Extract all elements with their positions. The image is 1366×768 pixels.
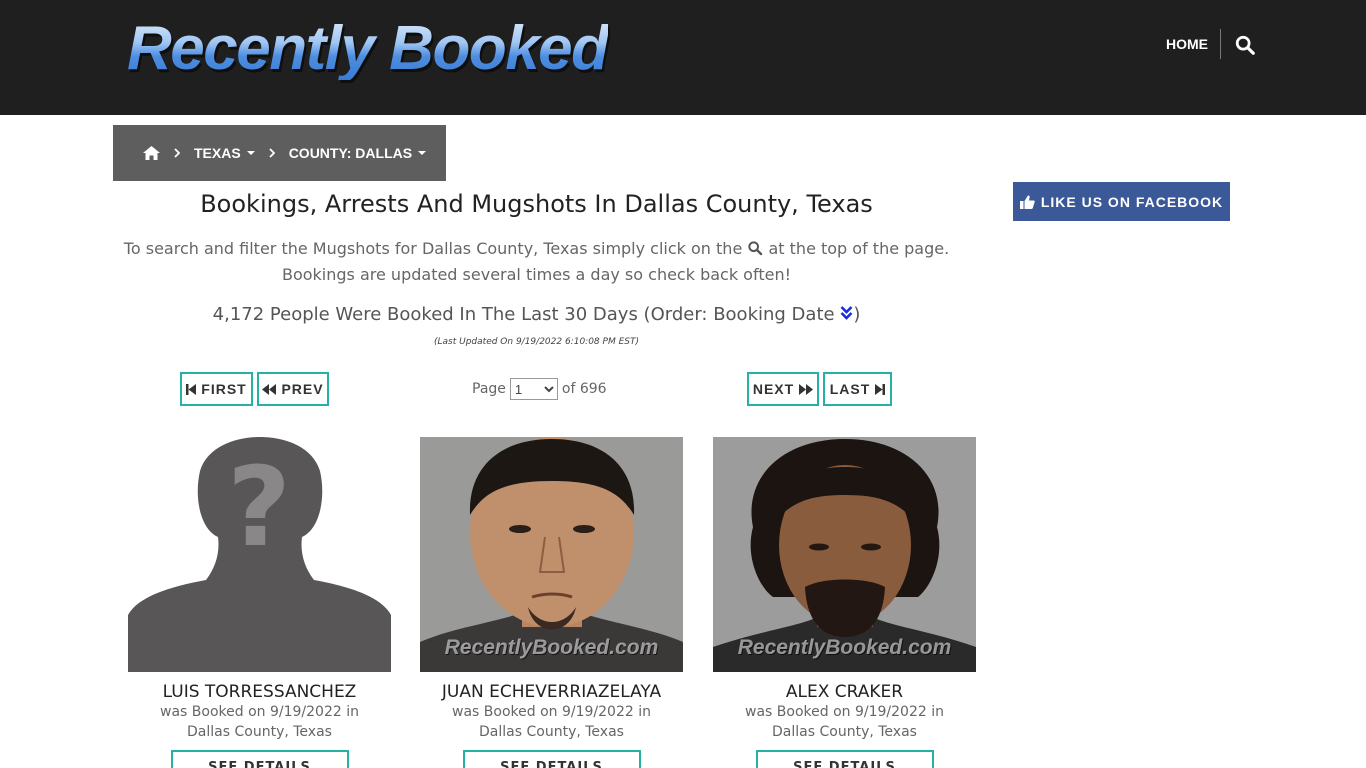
- booking-location-line: Dallas County, Texas: [479, 724, 624, 740]
- page-label: Page: [472, 381, 506, 397]
- next-page-label: NEXT: [752, 381, 795, 397]
- breadcrumb-state-label: TEXAS: [194, 145, 241, 161]
- breadcrumb-state-dropdown[interactable]: TEXAS: [194, 145, 255, 161]
- last-page-button[interactable]: LAST: [823, 372, 892, 406]
- prev-page-label: PREV: [281, 381, 324, 397]
- last-updated: (Last Updated On 9/19/2022 6:10:08 PM ES…: [434, 337, 639, 347]
- see-details-button[interactable]: SEE DETAILS: [170, 750, 349, 768]
- nav-home-link[interactable]: HOME: [1166, 36, 1208, 52]
- next-page-button[interactable]: NEXT: [747, 372, 819, 406]
- chevron-right-icon: [269, 148, 275, 158]
- svg-text:?: ?: [227, 443, 291, 571]
- photo-watermark: RecentlyBooked.com: [737, 636, 952, 659]
- see-details-button[interactable]: SEE DETAILS: [462, 750, 641, 768]
- booking-date-line: was Booked on 9/19/2022 in: [160, 704, 359, 720]
- silhouette-placeholder-icon: ?: [128, 437, 391, 672]
- facebook-like-button[interactable]: LIKE US ON FACEBOOK: [1013, 182, 1230, 221]
- page-select[interactable]: 1: [509, 378, 558, 400]
- first-page-label: FIRST: [201, 381, 247, 397]
- booking-name[interactable]: LUIS TORRESSANCHEZ: [128, 682, 391, 702]
- intro-text-before: To search and filter the Mugshots for Da…: [123, 239, 743, 258]
- facebook-like-label: LIKE US ON FACEBOOK: [1040, 193, 1224, 210]
- booking-card: RecentlyBooked.com JUAN ECHEVERRIAZELAYA…: [420, 437, 683, 768]
- breadcrumb-county-dropdown[interactable]: COUNTY: DALLAS: [288, 145, 427, 161]
- first-page-button[interactable]: FIRST: [180, 372, 253, 406]
- prev-page-button[interactable]: PREV: [257, 372, 329, 406]
- booking-photo[interactable]: ?: [128, 437, 391, 672]
- breadcrumb-home[interactable]: [143, 146, 160, 160]
- booking-card: ? LUIS TORRESSANCHEZ was Booked on 9/19/…: [128, 437, 391, 768]
- home-icon: [143, 146, 160, 160]
- search-icon: [748, 241, 763, 256]
- booking-date-line: was Booked on 9/19/2022 in: [452, 704, 651, 720]
- caret-down-icon: [246, 151, 255, 155]
- booking-summary: 4,172 People Were Booked In The Last 30 …: [113, 304, 960, 325]
- nav-divider: [1220, 29, 1221, 59]
- page-selector: Page 1 of 696: [472, 378, 607, 400]
- breadcrumb-county-label: COUNTY: DALLAS: [288, 145, 413, 161]
- booking-summary-text: 4,172 People Were Booked In The Last 30 …: [212, 304, 835, 325]
- last-page-label: LAST: [829, 381, 871, 397]
- see-details-button[interactable]: SEE DETAILS: [755, 750, 934, 768]
- booking-location-line: Dallas County, Texas: [187, 724, 332, 740]
- booking-name[interactable]: ALEX CRAKER: [713, 682, 976, 702]
- booking-card: RecentlyBooked.com ALEX CRAKER was Booke…: [713, 437, 976, 768]
- booking-photo[interactable]: RecentlyBooked.com: [420, 437, 683, 672]
- intro-text: To search and filter the Mugshots for Da…: [113, 236, 960, 288]
- booking-location-line: Dallas County, Texas: [772, 724, 917, 740]
- booking-name[interactable]: JUAN ECHEVERRIAZELAYA: [420, 682, 683, 702]
- photo-watermark: RecentlyBooked.com: [444, 636, 659, 659]
- backward-icon: [262, 383, 277, 395]
- booking-date-line: was Booked on 9/19/2022 in: [745, 704, 944, 720]
- chevron-right-icon: [174, 148, 180, 158]
- step-backward-icon: [186, 383, 197, 395]
- breadcrumb: TEXAS COUNTY: DALLAS: [113, 125, 446, 181]
- sort-chevron-double-down-icon[interactable]: [840, 305, 853, 321]
- page-of-label: of 696: [561, 381, 607, 397]
- step-forward-icon: [875, 383, 886, 395]
- site-header: Recently Booked HOME: [0, 0, 1366, 115]
- search-icon[interactable]: [1234, 34, 1256, 56]
- caret-down-icon: [418, 151, 427, 155]
- page-title: Bookings, Arrests And Mugshots In Dallas…: [200, 190, 873, 218]
- site-logo[interactable]: Recently Booked: [127, 18, 609, 80]
- booking-photo[interactable]: RecentlyBooked.com: [713, 437, 976, 672]
- thumbs-up-icon: [1019, 195, 1035, 209]
- forward-icon: [799, 383, 814, 395]
- booking-summary-close: ): [853, 304, 861, 325]
